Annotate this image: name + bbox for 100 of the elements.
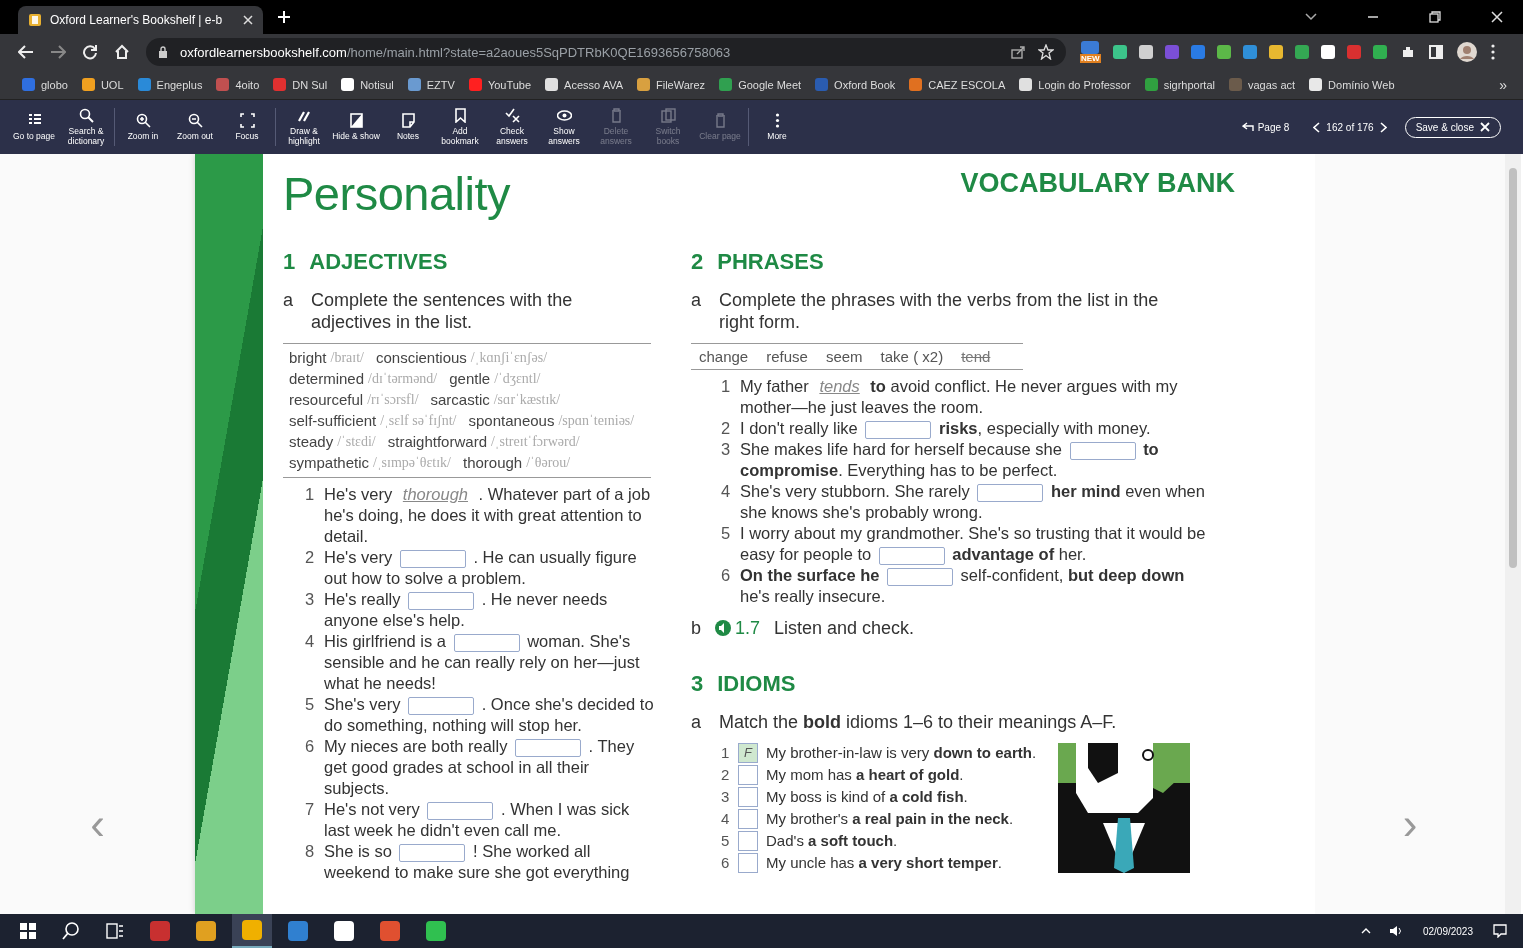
puzzle-icon[interactable] — [1400, 45, 1415, 59]
home-icon[interactable] — [114, 44, 130, 60]
sentence-text: advantage of her. — [952, 545, 1087, 563]
answer-field[interactable] — [408, 591, 475, 610]
toolbar-button[interactable]: More — [751, 113, 803, 141]
chevron-left-icon[interactable] — [1313, 121, 1321, 133]
new-tab-icon[interactable] — [277, 10, 291, 24]
exercise-letter: a — [691, 289, 701, 312]
toolbar-button[interactable]: Zoom in — [117, 113, 169, 141]
address-field[interactable]: oxfordlearnersbookshelf.com/home/main.html?state=a2aoues5SqPDTRbK0QE1693656758063 — [146, 38, 1066, 66]
toolbar-button[interactable]: Notes — [382, 113, 434, 141]
toolbar-button[interactable]: Hide & show — [330, 113, 382, 141]
answer-field[interactable] — [738, 765, 758, 785]
bookmark[interactable]: DN Sul — [273, 78, 328, 91]
sentence-text: . Once she's decided to — [481, 695, 654, 713]
share-icon[interactable] — [1010, 44, 1026, 60]
phonetic-text: /dɪˈtərmənd/ — [368, 370, 438, 388]
scrollbar[interactable] — [1505, 154, 1521, 914]
sentence-text: sensible and he can really rely on her—just — [324, 653, 640, 671]
answer-field[interactable] — [453, 633, 520, 652]
extension-icon[interactable] — [1216, 45, 1231, 59]
bookmark[interactable]: Login do Professor — [1019, 78, 1131, 91]
sentence-text: he's really insecure. — [740, 587, 886, 605]
answer-field[interactable] — [427, 801, 494, 820]
bookmark[interactable]: Oxford Book — [815, 78, 896, 91]
chevron-down-icon[interactable] — [1305, 13, 1317, 21]
answer-field[interactable] — [1069, 441, 1136, 460]
toolbar-button[interactable]: Zoom out — [169, 113, 221, 141]
bookmark[interactable]: YouTube — [468, 78, 532, 91]
toolbar-button[interactable]: Check answers — [486, 108, 538, 146]
item-number: 3 — [305, 589, 314, 610]
answer-field[interactable] — [399, 843, 466, 862]
frame-icon — [239, 113, 255, 128]
bookmark[interactable]: Notisul — [341, 78, 394, 91]
item-number: 5 — [721, 831, 730, 851]
toolbar-button[interactable]: Draw & highlight — [278, 108, 330, 146]
toolbar-button[interactable]: Add bookmark — [434, 108, 486, 146]
sentence-text: She makes life hard for herself because she — [740, 440, 1062, 458]
toolbar-button[interactable]: Search & dictionary — [60, 108, 112, 146]
toolbar-button[interactable]: Go to page — [8, 113, 60, 141]
bookmark[interactable]: 4oito — [216, 78, 260, 91]
bookmark[interactable]: Google Meet — [719, 78, 802, 91]
answer-field[interactable] — [887, 567, 953, 586]
answer-field[interactable] — [738, 831, 758, 851]
bookmark[interactable]: sigrhportal — [1144, 78, 1215, 91]
toolbar-button[interactable]: Focus — [221, 113, 273, 141]
answer-field[interactable] — [738, 809, 758, 829]
verb-word: change — [699, 348, 749, 365]
close-icon[interactable] — [1491, 11, 1503, 23]
bookmark[interactable]: Domínio Web — [1309, 78, 1395, 91]
speaker-icon[interactable] — [1388, 925, 1403, 937]
extension-icon[interactable] — [1268, 45, 1283, 59]
forward-arrow-icon[interactable] — [50, 45, 66, 59]
answer-field[interactable] — [865, 420, 932, 439]
scrollbar-thumb[interactable] — [1509, 168, 1517, 568]
bookmark[interactable]: EZTV — [407, 78, 455, 91]
answer-field[interactable] — [738, 787, 758, 807]
bookmark[interactable]: FileWarez — [637, 78, 706, 91]
phonetic-text: /ˌkɑnʃiˈɛnʃəs/ — [470, 349, 548, 367]
sentence-text: She's very — [324, 695, 401, 713]
bookmark[interactable]: UOL — [81, 78, 124, 91]
chevron-right-icon[interactable] — [1379, 121, 1387, 133]
avatar-icon[interactable] — [1456, 42, 1477, 62]
answer-field[interactable] — [878, 546, 945, 565]
answer-field[interactable] — [408, 696, 475, 715]
extension-icon[interactable] — [1320, 45, 1335, 59]
bookmark[interactable]: CAEZ ESCOLA — [909, 78, 1006, 91]
back-arrow-icon[interactable] — [18, 45, 34, 59]
chevron-up-icon[interactable] — [1360, 928, 1371, 934]
return-arrow-icon — [1241, 122, 1254, 132]
extension-icon[interactable] — [1138, 45, 1153, 59]
page-link[interactable]: Page 8 — [1241, 121, 1290, 133]
bookmark[interactable]: vagas act — [1229, 78, 1296, 91]
item-number: 1 — [305, 484, 314, 505]
notification-icon[interactable] — [1493, 924, 1507, 938]
reload-icon[interactable] — [82, 44, 98, 60]
bookmark[interactable]: globo — [22, 78, 68, 91]
task-view-icon[interactable] — [106, 923, 124, 939]
star-icon[interactable] — [1038, 44, 1054, 60]
sentence-text: her mind even when — [1050, 482, 1205, 500]
extension-icon[interactable] — [1112, 45, 1127, 59]
answer-field[interactable] — [399, 549, 466, 568]
taskbar-date: 02/09/2023 — [1422, 925, 1473, 937]
restore-icon[interactable] — [1429, 11, 1441, 23]
side-panel-icon[interactable] — [1428, 45, 1443, 59]
item-number: 2 — [721, 765, 730, 785]
sentence-text: mother—he just leaves the room. — [740, 398, 984, 416]
search-icon[interactable] — [62, 922, 80, 940]
sentence-text: compromise. Everything has to be perfect. — [740, 461, 1058, 479]
phonetic-text: /braɪt/ — [330, 349, 364, 367]
bookmark[interactable]: Acesso AVA — [545, 78, 623, 91]
answer-field[interactable] — [515, 738, 581, 757]
toolbar-button[interactable]: Show answers — [538, 108, 590, 146]
bookmark[interactable]: Engeplus — [137, 78, 203, 91]
windows-start-icon[interactable] — [20, 923, 36, 939]
kebab-menu-icon[interactable] — [1490, 44, 1495, 60]
answer-field[interactable] — [977, 483, 1044, 502]
more-bookmarks-button[interactable]: » — [1499, 76, 1507, 93]
browser-tab[interactable]: Oxford Learner's Bookshelf | e-b — [18, 6, 263, 34]
answer-field[interactable] — [738, 853, 758, 873]
